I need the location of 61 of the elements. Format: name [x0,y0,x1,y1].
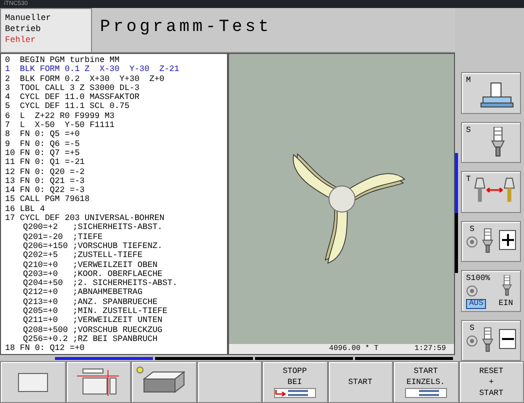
mode-label: Betrieb [5,24,42,35]
program-line: 17 CYCL DEF 203 UNIVERSAL-BOHREN [5,214,166,224]
program-line: 16 LBL 4 [5,204,46,214]
single-start-softkey[interactable]: START EINZELS. [393,361,458,403]
program-line: Q203=+0 ;KOOR. OBERFLAECHE [22,270,164,280]
program-line: 0 BEGIN PGM turbine MM [5,56,121,66]
error-label: Fehler [5,35,37,46]
key-letter: S [468,324,476,332]
program-line: 1 BLK FORM 0.1 Z X-30 Y-30 Z-21 [5,65,180,75]
mode-label: Manueller [5,13,52,24]
spindle-plus-softkey[interactable]: S [461,220,521,262]
spindle-softkey[interactable]: S [461,122,521,163]
program-line: Q211=+0 ;VERWEILZEIT UNTEN [22,316,164,326]
softkey-label: + [488,376,494,388]
program-line: Q204=+50 ;2. SICHERHEITS-ABST. [22,279,178,288]
key-letter: T [466,176,471,184]
tool-change-softkey[interactable]: T [461,171,521,212]
program-line: Q208=+500 ;VORSCHUB RUECKZUG [22,326,164,335]
stop-at-softkey[interactable]: STOPP BEI [262,361,328,403]
program-line: 2 BLK FORM 0.2 X+30 Y+30 Z+0 [5,74,166,84]
program-line: 12 FN 0: Q20 =-2 [5,168,86,177]
softkey-label: START [479,388,504,398]
softkey-label: START [348,376,372,388]
program-line: Q210=+0 ;VERWEILZEIT OBEN [22,260,158,270]
program-line: Q201=-20 ;TIEFE [22,232,104,242]
start-softkey[interactable]: START [328,361,393,403]
program-line: 7 L X-50 Y-50 F1111 [5,121,116,130]
spindle-minus-softkey[interactable]: S [461,320,521,361]
key-letter: M [466,77,471,85]
program-line: 11 FN 0: Q1 =-21 [5,158,86,168]
program-line: 13 FN 0: Q21 =-3 [5,176,86,186]
key-letter: S100% [466,275,490,283]
softkey-label: RESET [479,366,504,376]
key-letter: S [468,226,476,234]
program-line: 6 L Z+22 R0 F9999 M3 [5,112,116,122]
program-line: 5 CYCL DEF 11.1 SCL 0.75 [5,102,130,112]
program-line: 9 FN 0: Q6 =-5 [5,140,81,149]
softkey-label: START [414,366,438,377]
key-letter: S [466,126,471,134]
softkey-label: EINZELS. [406,377,445,388]
program-line: 15 CALL PGM 79618 [5,195,91,205]
program-line: 18 FN 0: Q12 =+0 [5,344,86,354]
program-line: 14 FN 0: Q22 =-3 [5,186,86,196]
program-line: 3 TOOL CALL 3 Z S3000 DL-3 [5,84,140,94]
program-line: 4 CYCL DEF 11.0 MASSFAKTOR [5,93,140,102]
program-line: Q206=+150 ;VORSCHUB TIEFENZ. [22,242,164,252]
program-line: 10 FN 0: Q7 =+5 [5,148,81,158]
program-line: 8 FN 0: Q5 =+0 [5,130,81,140]
program-line: Q202=+5 ;ZUSTELL-TIEFE [22,251,144,261]
toggle-option[interactable]: AUS [466,299,486,309]
program-line: Q205=+0 ;MIN. ZUSTELL-TIEFE [22,307,168,316]
softkey-label: BEI [288,377,302,388]
toggle-option[interactable]: EIN [496,299,516,309]
softkey-label: STOPP [282,366,307,377]
machine-softkey[interactable]: M [461,72,521,114]
start-softkey[interactable]: RESET + START [458,361,524,403]
program-line: Q200=+2 ;SICHERHEITS-ABST. [22,223,164,233]
mode-title: Programm-Test [100,18,272,37]
program-line: Q212=+0 ;ABNAHMEBETRAG [22,288,144,298]
program-line: Q256=+0.2 ;RZ BEI SPANBRUCH [22,334,158,344]
program-line: Q213=+0 ;ANZ. SPANBRUECHE [22,298,158,308]
